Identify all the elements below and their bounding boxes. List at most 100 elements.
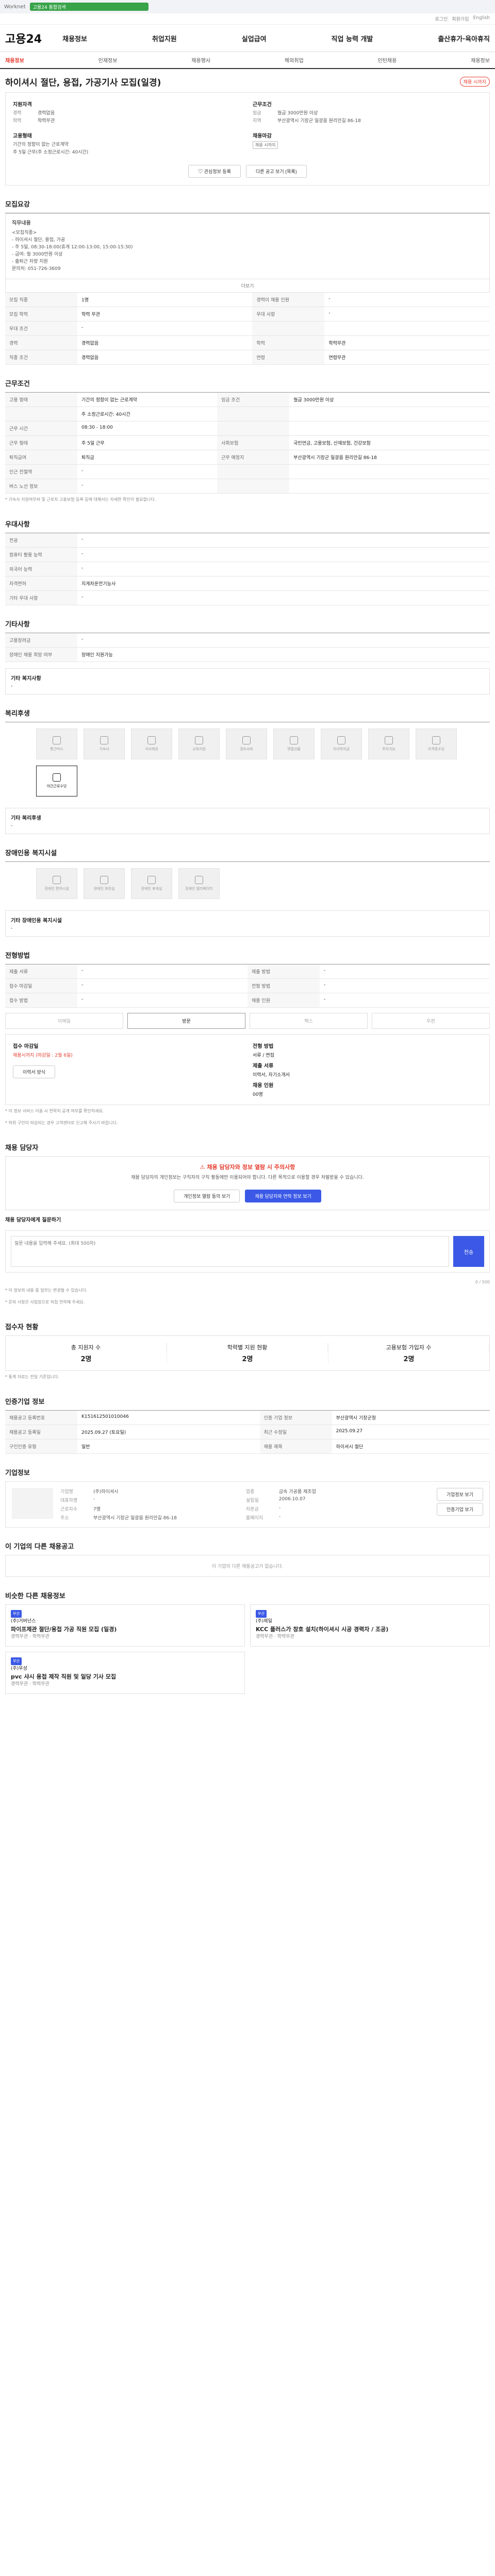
benefit-item: 야간근로수당 xyxy=(36,766,77,796)
pref-row: 자격면허 지게차운전기능사 xyxy=(5,576,490,591)
job-company: (주)거버넌스 xyxy=(11,1619,36,1624)
section-disabled: 장애인용 복지시설 xyxy=(5,850,57,857)
inquiry-input[interactable] xyxy=(11,1236,449,1267)
benefit-item: 장애인 휴게실 xyxy=(131,868,172,899)
region-tag: 부산 xyxy=(256,1610,267,1618)
job-card[interactable]: 부산 (주)우성 pvc 샤시 용접 제작 직원 및 일당 기사 모집 경력무관 · … xyxy=(5,1652,245,1694)
method-post[interactable]: 우편 xyxy=(372,1013,490,1029)
method-email[interactable]: 이메일 xyxy=(5,1013,123,1029)
company-info-button[interactable]: 기업정보 보기 xyxy=(436,1488,483,1501)
inquiry-submit[interactable]: 전송 xyxy=(453,1236,484,1267)
view-contact-button[interactable]: 채용 담당자와 연락 정보 보기 xyxy=(245,1190,321,1202)
meta-row: 채용공고 등록일 2025.09.27 (토요일) 최근 수정일 2025.09.27 xyxy=(5,1425,490,1439)
logo[interactable]: 고용24 xyxy=(5,30,42,46)
util-join[interactable]: 회원가입 xyxy=(452,15,469,22)
benefit-item: 주차가능 xyxy=(368,728,409,759)
list-button[interactable]: 다른 공고 보기 (목록) xyxy=(245,165,307,178)
pref-row: 외국어 능력 - xyxy=(5,562,490,577)
apply-detail: 접수 마감일 채용시까지 (마감일 : 2월 6일) 이력서 양식 전형 방법 … xyxy=(5,1034,490,1105)
subnav-jobs2[interactable]: 채용정보 xyxy=(471,56,490,64)
job-company: (주)우성 xyxy=(11,1666,27,1671)
benefit-item: 식사제공 xyxy=(131,728,172,759)
method-visit[interactable]: 방문 xyxy=(127,1013,245,1029)
main-nav: 채용정보 취업지원 실업급여 직업 능력 개발 출산휴가·육아휴직 xyxy=(62,33,490,43)
benefit-item: 기숙사 xyxy=(84,728,125,759)
subnav-jobs[interactable]: 채용정보 xyxy=(5,56,24,64)
job-title: KCC 플러스가 창호 설치(하이셔시 시공 경력자 / 조공) xyxy=(256,1626,389,1633)
job-description: 직무내용 <모집직종> - 하이셔시 절단, 용접, 가공 - 주 5일, 08… xyxy=(5,213,490,279)
util-lang[interactable]: English xyxy=(473,15,490,22)
location-value: 부산광역시 기장군 일광읍 원리안길 86-18 xyxy=(277,118,361,124)
conditions-note: * 기숙사 지원여부와 및 근로자 고용보험 등록 등에 대해서는 자세한 확인… xyxy=(5,497,156,502)
job-title-bar: 하이셔시 절단, 용접, 가공기사 모집(일경) 채용 시까지 xyxy=(0,69,495,92)
region-tag: 부산 xyxy=(11,1657,22,1665)
conditions-table: 고용 형태 기간의 정함이 없는 근로계약 임금 조건 월급 3000만원 이상 주 소… xyxy=(5,393,490,494)
cond-row: 근무 시간 08:30 - 18:00 xyxy=(5,421,490,436)
recommend-list: 부산 (주)거버넌스파이프제관 절단/용접 가공 직원 모집 (일경) 경력무관 ·… xyxy=(5,1604,490,1694)
other-jobs-empty: 이 기업의 다른 채용공고가 없습니다. xyxy=(5,1555,490,1577)
cond-label: 근무조건 xyxy=(253,102,272,108)
apply-table: 제출 서류 - 제출 방법 - 접수 마감일 - 전형 방법 - 접수 방법 - 채용 인원 - xyxy=(5,964,490,1008)
job-title: 파이프제관 절단/용접 가공 직원 모집 (일경) xyxy=(11,1626,117,1633)
inquiry-box: 전송 xyxy=(5,1230,490,1273)
stats-box: 총 지원자 수 2명 학력별 지원 현황 2명 고용보험 가입자 수 2명 xyxy=(5,1335,490,1371)
section-apply: 전형방법 xyxy=(5,952,30,960)
page-title: 하이셔시 절단, 용접, 가공기사 모집(일경) xyxy=(5,78,161,88)
req-row: 우대 조건 - xyxy=(5,321,490,336)
util-login[interactable]: 로그인 xyxy=(435,15,448,22)
benefit-icon xyxy=(290,736,298,744)
subnav-intern[interactable]: 인턴채용 xyxy=(378,56,397,64)
job-meta: 경력무관 · 학력무관 xyxy=(11,1634,50,1639)
req-row: 직종 조건 경력없음 연령 연령무관 xyxy=(5,350,490,365)
privacy-consent-button[interactable]: 개인정보 열람 동의 보기 xyxy=(174,1190,240,1202)
section-stats: 접수자 현황 xyxy=(5,1324,39,1331)
company-cert-button[interactable]: 인증기업 보기 xyxy=(436,1503,483,1516)
benefit-icon xyxy=(432,736,440,744)
section-meta: 인증기업 정보 xyxy=(5,1398,45,1406)
etc-welfare-box: 기타 복지사항 - xyxy=(5,668,490,694)
meta-row: 채용공고 등록번호 K151612501010046 인증 기업 정보 부산광역시 기… xyxy=(5,1411,490,1425)
job-card[interactable]: 부산 (주)제일 KCC 플러스가 창호 설치(하이셔시 시공 경력자 / 조공) 경… xyxy=(250,1604,490,1647)
benefit-item: 자녀학자금 xyxy=(321,728,362,759)
benefit-icon xyxy=(147,736,156,744)
subnav-talent[interactable]: 인재정보 xyxy=(98,56,118,64)
welfare-other-box: 기타 복리후생 - xyxy=(5,808,490,834)
benefit-icon xyxy=(53,876,61,884)
other-table: 고용장려금 - 장애인 채용 희망 여부 장애인 지원가능 xyxy=(5,633,490,662)
closing-tag: 채용 시까지 xyxy=(253,141,278,149)
nav-leave[interactable]: 출산휴가·육아휴직 xyxy=(438,33,490,43)
benefit-item: 장애인 화장실 xyxy=(84,868,125,899)
subnav-overseas[interactable]: 해외취업 xyxy=(285,56,304,64)
benefit-icon xyxy=(53,736,61,744)
other-row: 고용장려금 - xyxy=(5,633,490,648)
nav-benefit[interactable]: 실업급여 xyxy=(242,33,267,43)
method-fax[interactable]: 팩스 xyxy=(250,1013,368,1029)
benefit-icon xyxy=(147,876,156,884)
summary-card: 지원자격 경력 경력없음 학력 학력무관 근무조건 임금 월급 3000만원 이상 지… xyxy=(5,92,490,185)
job-card[interactable]: 부산 (주)거버넌스 파이프제관 절단/용접 가공 직원 모집 (일경) 경력무관 ·… xyxy=(5,1604,245,1647)
benefit-icon xyxy=(385,736,393,744)
deadline-badge: 채용 시까지 xyxy=(459,77,490,87)
scrap-button[interactable]: ♡ 관심정보 등록 xyxy=(188,165,241,178)
cond-row: 근무 형태 주 5일 근무 사회보험 국민연금, 고용보험, 산재보험, 건강보험 xyxy=(5,435,490,450)
benefit-item: 통근버스 xyxy=(36,728,77,759)
apply-row: 제출 서류 - 제출 방법 - xyxy=(5,964,490,979)
section-other-jobs: 이 기업의 다른 채용공고 xyxy=(5,1543,74,1551)
nav-support[interactable]: 취업지원 xyxy=(152,33,177,43)
cond-row: 버스 노선 정보 - xyxy=(5,479,490,494)
section-welfare: 복리후생 xyxy=(5,710,30,718)
wage-value: 월급 3000만원 이상 xyxy=(277,111,318,116)
nav-training[interactable]: 직업 능력 개발 xyxy=(332,33,373,43)
subnav-events[interactable]: 채용행사 xyxy=(191,56,210,64)
meta-table: 채용공고 등록번호 K151612501010046 인증 기업 정보 부산광역시 기… xyxy=(5,1411,490,1454)
edu-value: 학력무관 xyxy=(38,118,55,124)
requirements-table: 모집 직종 1명 경력이 채용 인원 - 모집 학력 학력 무관 우대 사항 - 우대 조건 - 경… xyxy=(5,293,490,365)
nav-jobs[interactable]: 채용정보 xyxy=(62,33,87,43)
more-button[interactable]: 더보기 xyxy=(5,279,490,293)
benefit-icon xyxy=(242,736,251,744)
contact-alert: ⚠ 채용 담당자와 정보 열람 시 주의사항 채용 담당자의 개인정보는 구직자… xyxy=(5,1156,490,1210)
benefit-item: 장애인 엘리베이터 xyxy=(178,868,220,899)
benefit-icon xyxy=(100,876,108,884)
top-search-bar[interactable]: 고용24 통합검색 xyxy=(29,3,148,11)
resume-form-button[interactable]: 이력서 양식 xyxy=(13,1065,55,1078)
